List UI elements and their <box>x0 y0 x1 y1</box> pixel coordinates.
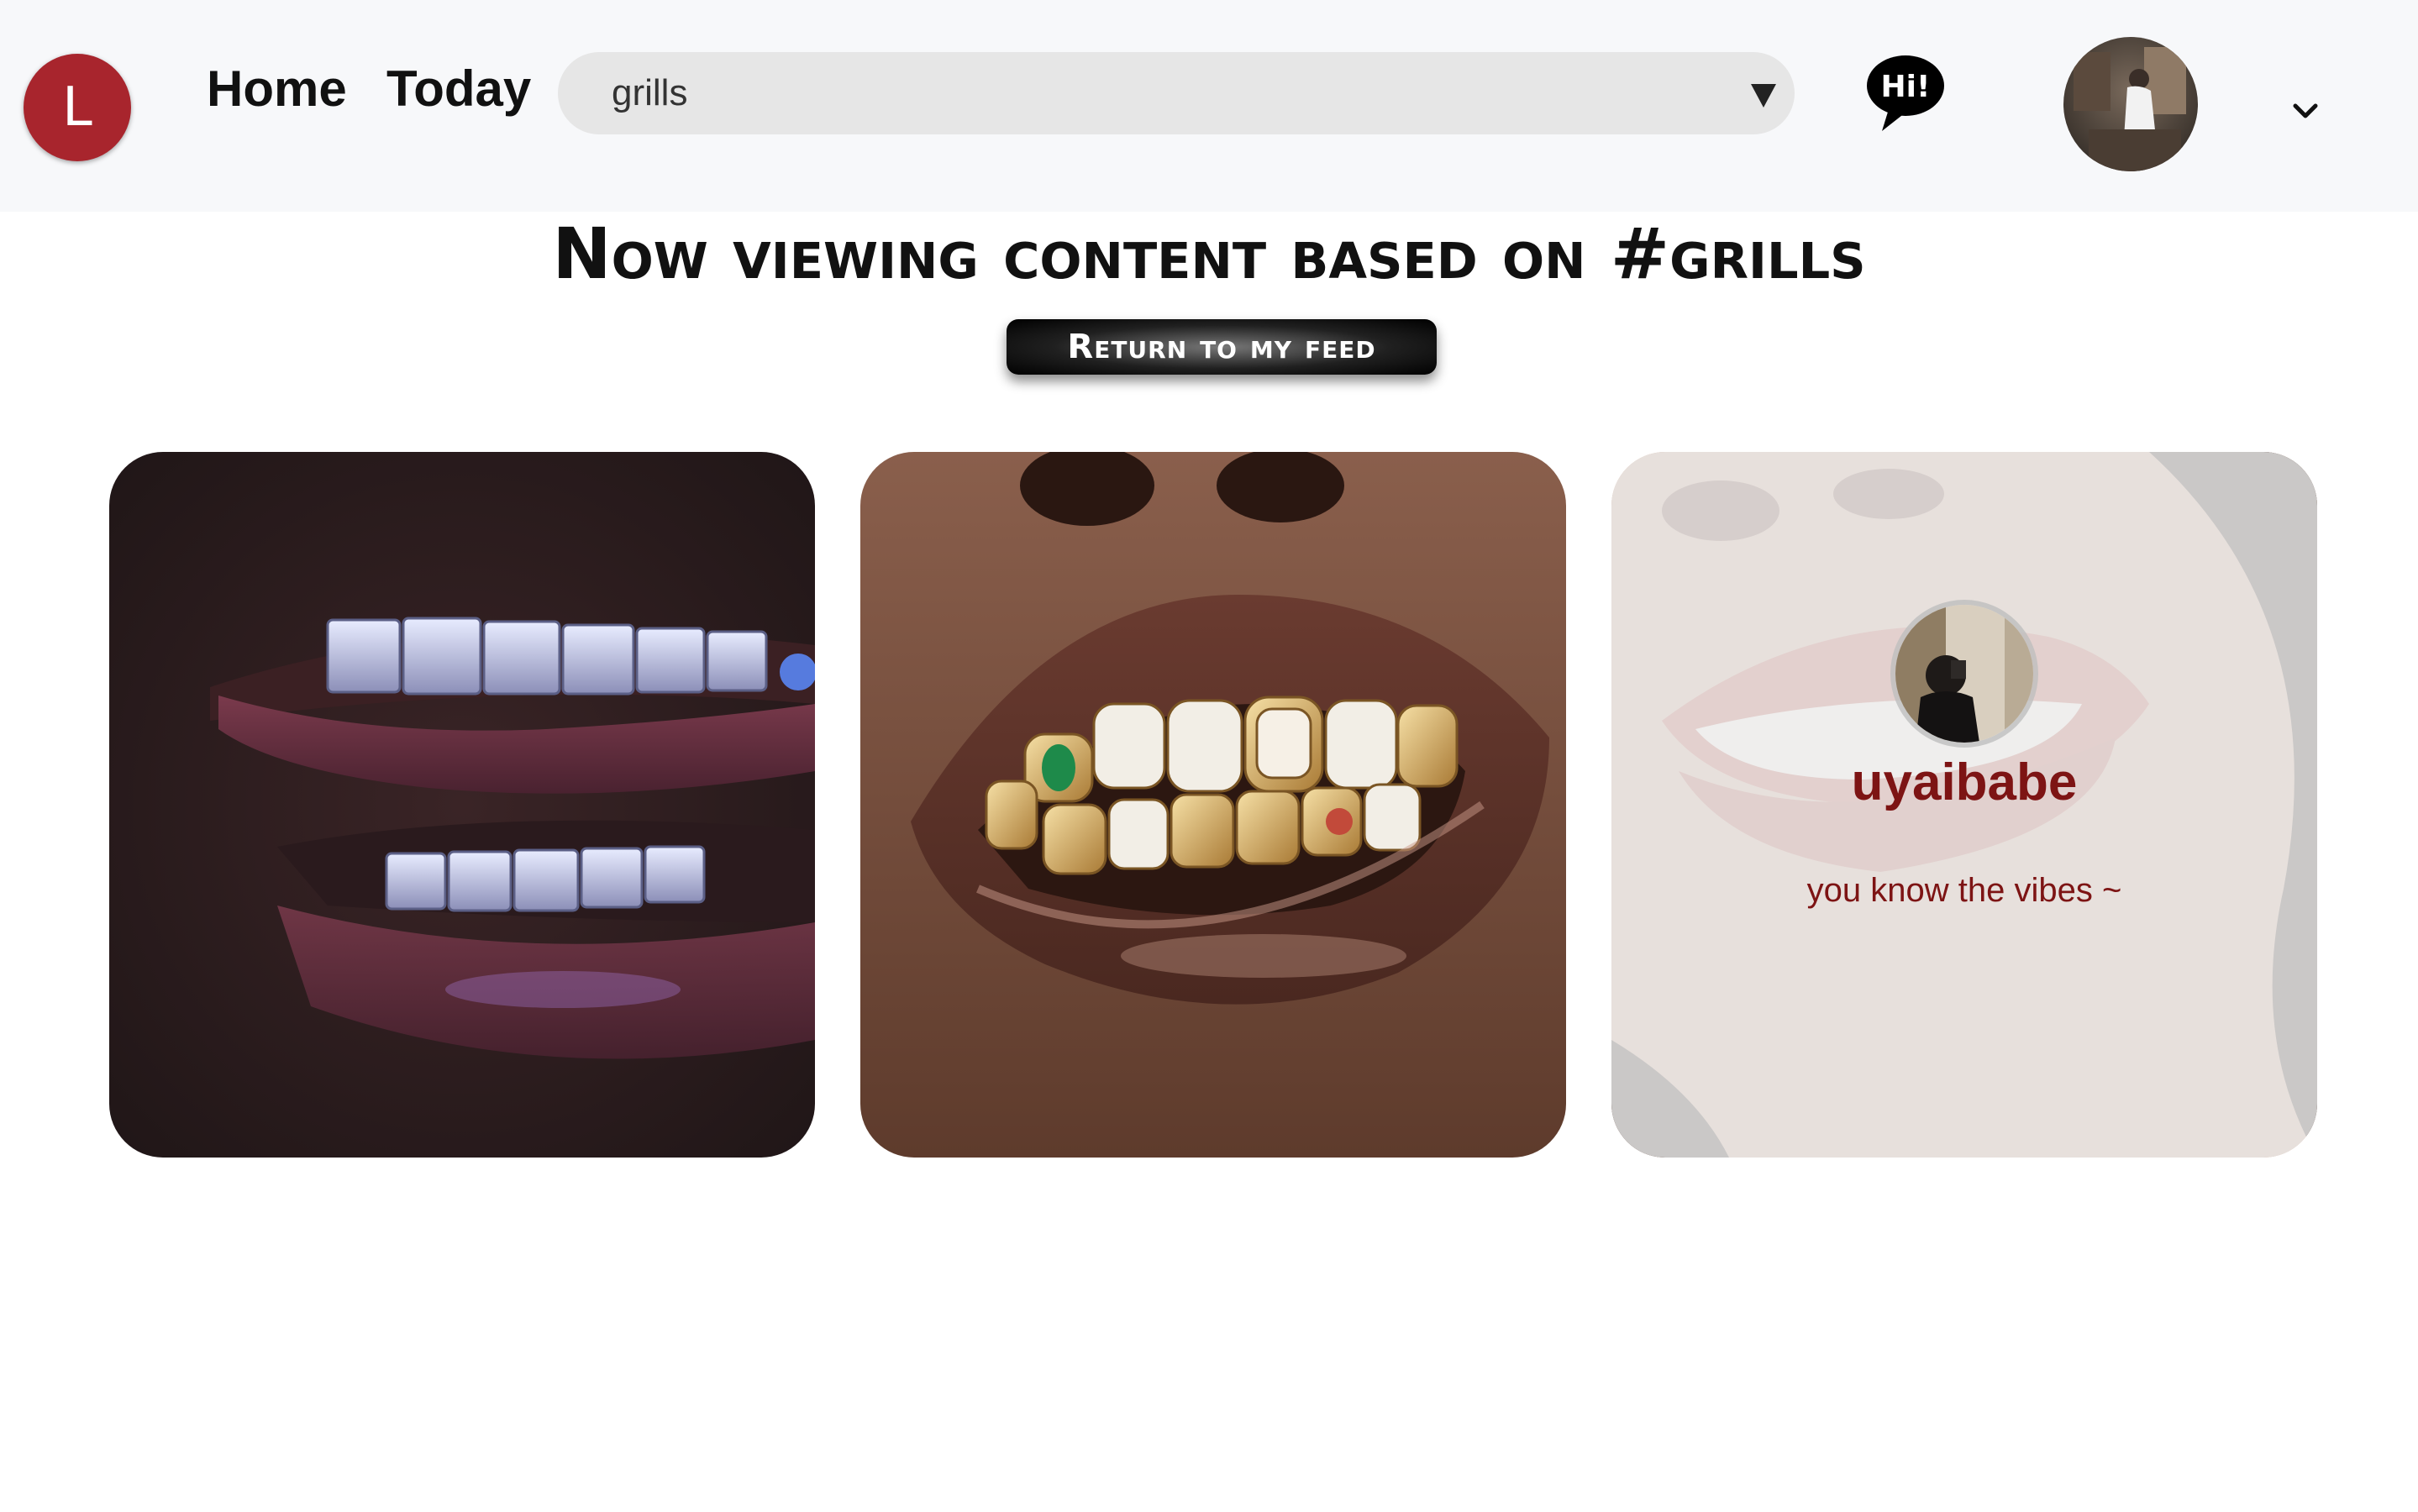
app-logo[interactable]: L <box>24 54 131 161</box>
dropdown-caret-icon[interactable] <box>1751 84 1776 108</box>
nav-home-link[interactable]: Home <box>207 59 347 119</box>
account-menu-chevron-icon[interactable] <box>2289 94 2322 128</box>
chat-bubble-icon[interactable]: Hi! <box>1863 50 1948 134</box>
hashtag-search-select[interactable]: grills <box>558 52 1795 134</box>
profile-bio: you know the vibes ~ <box>1806 872 2122 909</box>
page-title: Now viewing content based on #grills <box>552 213 1866 295</box>
chat-bubble-text: Hi! <box>1881 70 1931 104</box>
profile-username[interactable]: uyaibabe <box>1611 751 2317 815</box>
top-navigation-bar: L Home Today grills Hi! <box>0 0 2418 212</box>
profile-avatar[interactable] <box>1895 605 2033 743</box>
return-to-feed-button[interactable]: Return to my feed <box>1007 319 1437 375</box>
grillz-photo-icon <box>109 452 815 1158</box>
search-value: grills <box>612 72 688 113</box>
nav-today-link[interactable]: Today <box>386 59 531 119</box>
gold-grillz-photo-icon <box>860 452 1566 1158</box>
profile-card[interactable]: uyaibabe you know the vibes ~ <box>1611 452 2317 1158</box>
pin-card-2[interactable] <box>860 452 1566 1158</box>
pin-card-1[interactable] <box>109 452 815 1158</box>
user-avatar[interactable] <box>2063 37 2198 171</box>
logo-letter: L <box>62 76 92 139</box>
